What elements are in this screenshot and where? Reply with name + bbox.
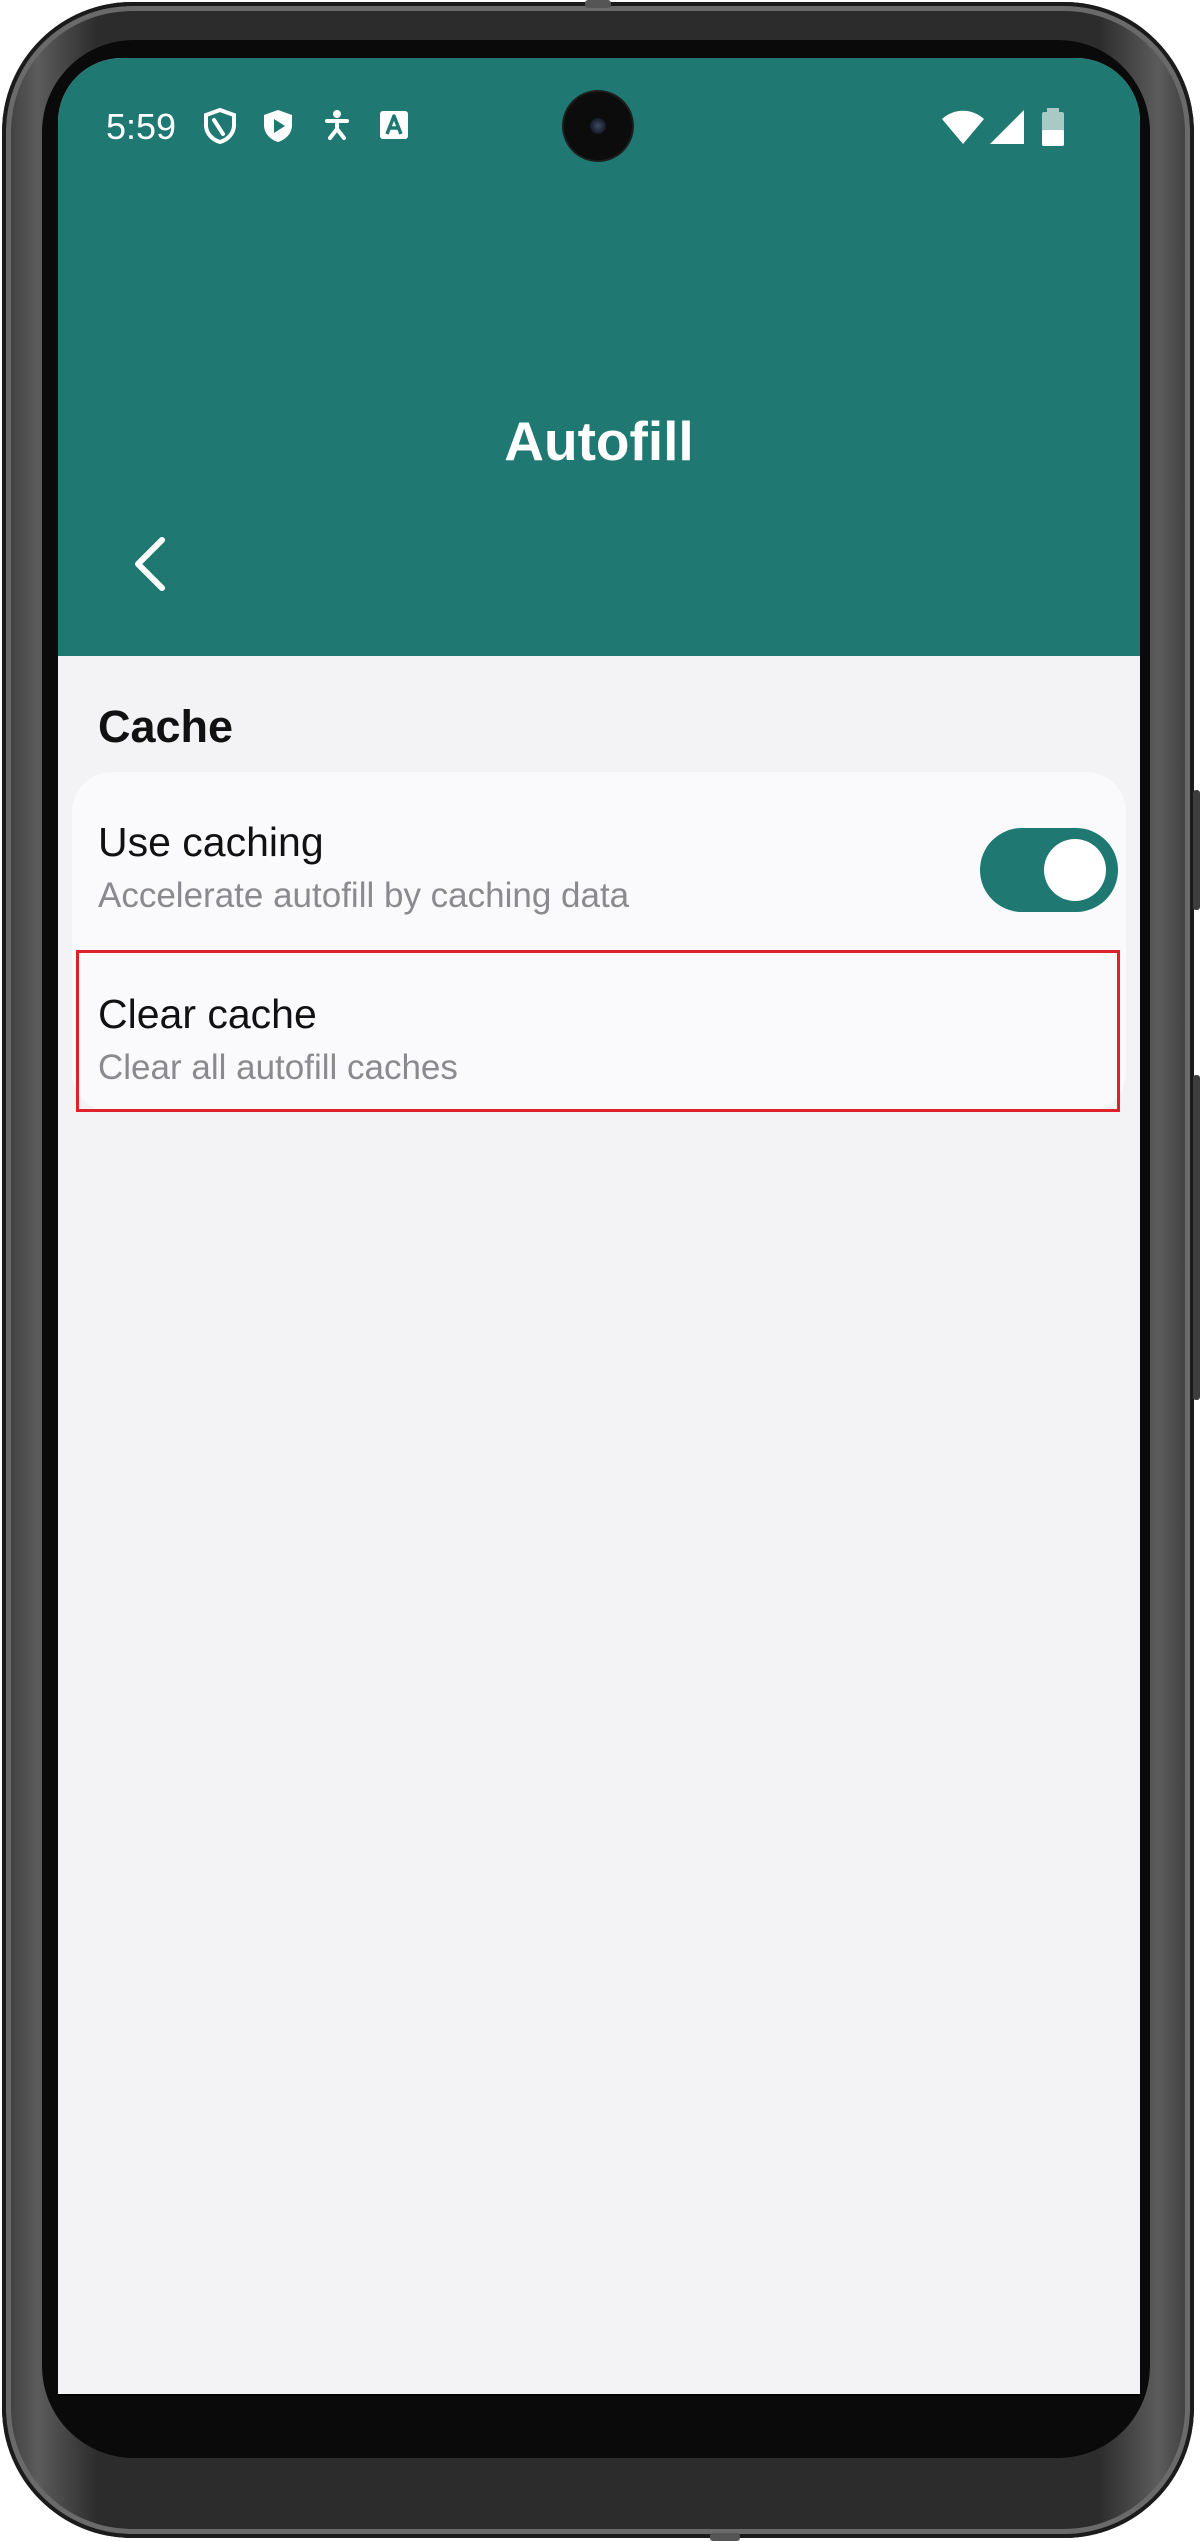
phone-top-nub <box>585 0 611 8</box>
use-caching-subtitle: Accelerate autofill by caching data <box>98 876 630 915</box>
clear-cache-title: Clear cache <box>98 991 317 1037</box>
front-camera <box>564 92 632 160</box>
volume-button <box>1193 1075 1200 1400</box>
text-recognition-icon <box>380 111 408 139</box>
settings-card: Use caching Accelerate autofill by cachi… <box>72 772 1126 1112</box>
status-time: 5:59 <box>106 106 177 147</box>
accessibility-icon <box>325 110 349 140</box>
page-title: Autofill <box>504 410 694 472</box>
chevron-left-icon <box>135 537 165 591</box>
back-button[interactable] <box>108 518 198 608</box>
phone-bottom-nub <box>710 2533 740 2541</box>
cell-signal-icon <box>990 110 1024 144</box>
power-button <box>1193 790 1200 910</box>
use-caching-title: Use caching <box>98 819 324 865</box>
battery-icon <box>1042 108 1064 146</box>
use-caching-setting[interactable]: Use caching Accelerate autofill by cachi… <box>72 772 1126 942</box>
shield-outline-icon <box>204 108 236 144</box>
section-title-cache: Cache <box>98 701 234 752</box>
use-caching-toggle[interactable] <box>980 828 1118 912</box>
play-shield-icon <box>264 110 292 142</box>
clear-cache-subtitle: Clear all autofill caches <box>98 1048 458 1087</box>
wifi-icon <box>942 110 984 144</box>
screen: 5:59 Autofill Cache Use caching Accelera… <box>58 58 1140 2396</box>
navigation-bar <box>58 2394 1140 2396</box>
clear-cache-setting[interactable]: Clear cache Clear all autofill caches <box>72 942 1126 1112</box>
toggle-knob <box>1044 839 1106 901</box>
